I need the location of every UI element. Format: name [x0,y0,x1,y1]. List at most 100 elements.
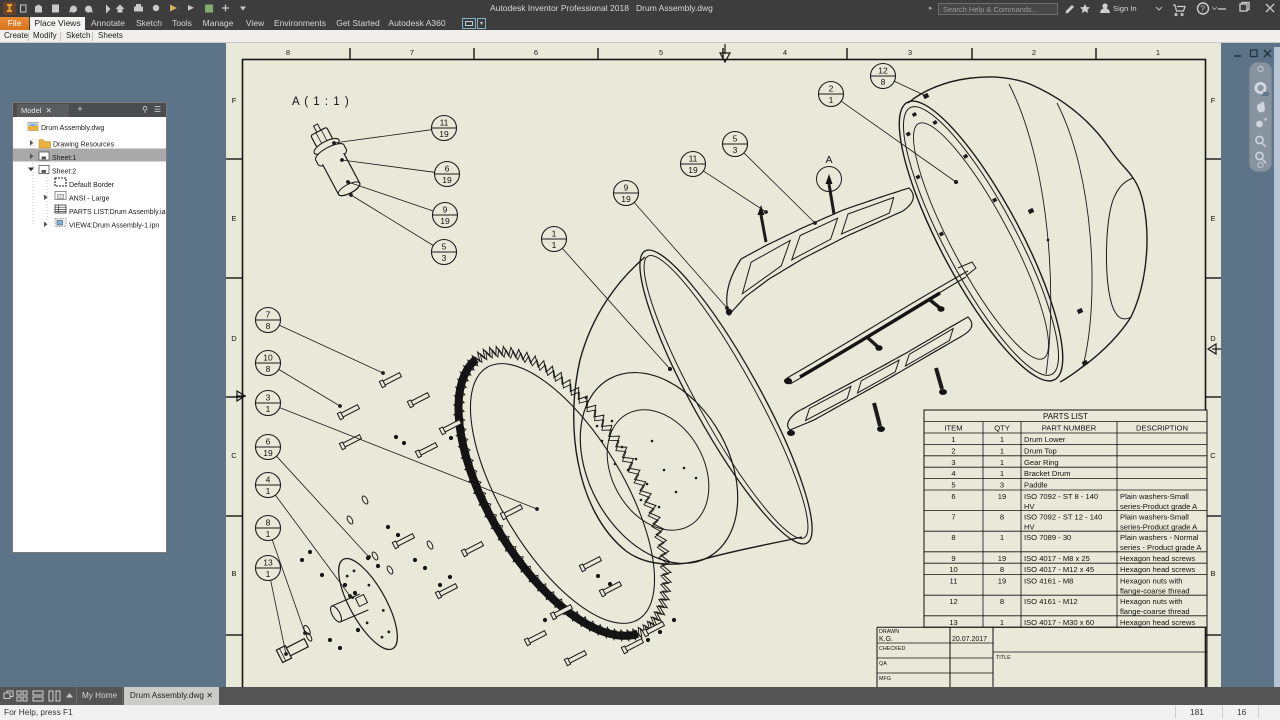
svg-text:Sheet:2: Sheet:2 [52,169,76,176]
svg-text:3: 3 [951,458,955,467]
svg-text:8: 8 [266,364,271,374]
svg-text:1: 1 [266,486,271,496]
svg-text:flange-coarse thread: flange-coarse thread [1120,587,1190,596]
svg-text:B: B [231,569,236,578]
svg-text:ISO 4017 - M30 x 60: ISO 4017 - M30 x 60 [1024,618,1094,627]
svg-text:ISO 4017 - M8 x 25: ISO 4017 - M8 x 25 [1024,554,1090,563]
svg-text:19: 19 [442,175,452,185]
svg-text:19: 19 [621,194,631,204]
svg-text:Default Border: Default Border [69,182,115,189]
svg-text:ITEM: ITEM [944,424,962,433]
svg-text:MFG: MFG [879,676,891,682]
svg-text:VIEW4:Drum Assembly-1.ipn: VIEW4:Drum Assembly-1.ipn [69,223,159,230]
svg-text:Drum Assembly.dwg: Drum Assembly.dwg [41,125,104,132]
svg-text:3: 3 [442,253,447,263]
svg-text:7: 7 [951,513,955,522]
svg-text:E: E [1210,214,1215,223]
svg-text:Gear Ring: Gear Ring [1024,458,1059,467]
svg-text:K.G.: K.G. [879,636,893,643]
svg-text:5: 5 [442,242,447,252]
svg-text:8: 8 [266,321,271,331]
svg-text:ISO 7089 - 30: ISO 7089 - 30 [1024,533,1071,542]
svg-text:9: 9 [624,183,629,193]
svg-text:1: 1 [1000,469,1004,478]
svg-text:ANSI - Large: ANSI - Large [69,196,110,203]
svg-text:PART NUMBER: PART NUMBER [1042,424,1097,433]
svg-text:4: 4 [783,48,787,57]
svg-text:1: 1 [266,569,271,579]
svg-text:Plain washers - Normal: Plain washers - Normal [1120,533,1199,542]
svg-text:ISO 4161 - M8: ISO 4161 - M8 [1024,577,1073,586]
svg-text:flange-coarse thread: flange-coarse thread [1120,607,1190,616]
svg-text:B: B [1210,569,1215,578]
svg-text:Drum Lower: Drum Lower [1024,435,1066,444]
svg-text:Paddle: Paddle [1024,481,1048,490]
svg-text:10: 10 [263,353,273,363]
svg-text:13: 13 [263,558,273,568]
svg-text:F: F [1211,96,1216,105]
svg-text:2: 2 [829,84,834,94]
svg-text:A ( 1 : 1 ): A ( 1 : 1 ) [292,96,350,108]
svg-text:19: 19 [263,448,273,458]
svg-text:HV: HV [1024,502,1035,511]
svg-text:6: 6 [951,492,955,501]
svg-text:3: 3 [266,393,271,403]
svg-text:ISO 4161 - M12: ISO 4161 - M12 [1024,597,1078,606]
svg-text:8: 8 [881,77,886,87]
svg-text:series-Product grade A: series-Product grade A [1120,502,1198,511]
svg-text:Plain washers-Small: Plain washers-Small [1120,513,1189,522]
svg-text:Hexagon nuts with: Hexagon nuts with [1120,577,1182,586]
svg-text:QA: QA [879,661,887,667]
svg-text:C: C [231,451,237,460]
svg-text:7: 7 [410,48,414,57]
svg-text:1: 1 [552,229,557,239]
svg-text:Drum Top: Drum Top [1024,446,1057,455]
svg-text:Hexagon head screws: Hexagon head screws [1120,565,1195,574]
svg-text:12: 12 [878,66,888,76]
svg-text:12: 12 [949,597,957,606]
svg-text:6: 6 [266,437,271,447]
svg-text:19: 19 [688,165,698,175]
svg-text:1: 1 [1156,48,1160,57]
svg-text:8: 8 [266,518,271,528]
svg-text:C: C [1210,451,1216,460]
svg-text:4: 4 [266,475,271,485]
svg-text:F: F [232,96,237,105]
svg-text:19: 19 [998,554,1006,563]
svg-text:E: E [231,214,236,223]
svg-text:19: 19 [440,216,450,226]
svg-text:1: 1 [1000,435,1004,444]
svg-text:13: 13 [949,618,957,627]
svg-text:ISO 7092 - ST 8 - 140: ISO 7092 - ST 8 - 140 [1024,492,1098,501]
svg-text:20.07.2017: 20.07.2017 [952,636,987,643]
svg-text:19: 19 [998,577,1006,586]
svg-text:11: 11 [689,154,698,164]
svg-text:1: 1 [951,435,955,444]
svg-text:11: 11 [950,577,958,586]
svg-text:6: 6 [534,48,538,57]
svg-text:HV: HV [1024,523,1035,532]
svg-text:1: 1 [266,529,271,539]
svg-text:Bracket Drum: Bracket Drum [1024,469,1070,478]
svg-text:DRAWN: DRAWN [879,629,899,635]
svg-text:19: 19 [998,492,1006,501]
svg-text:ISO 7092 - ST 12 - 140: ISO 7092 - ST 12 - 140 [1024,513,1102,522]
svg-text:A: A [825,154,832,166]
svg-text:9: 9 [951,554,955,563]
svg-text:1: 1 [1000,618,1004,627]
svg-text:8: 8 [1000,565,1004,574]
svg-text:D: D [1210,334,1216,343]
svg-text:QTY: QTY [994,424,1010,433]
svg-text:9: 9 [443,205,448,215]
svg-text:Hexagon head screws: Hexagon head screws [1120,618,1195,627]
svg-text:7: 7 [266,310,271,320]
svg-text:8: 8 [1000,513,1004,522]
svg-text:Drawing Resources: Drawing Resources [53,142,115,149]
svg-text:1: 1 [552,240,557,250]
svg-text:series - Product grade A: series - Product grade A [1120,543,1202,552]
svg-text:6: 6 [445,164,450,174]
svg-text:3: 3 [1000,481,1004,490]
svg-text:Plain washers-Small: Plain washers-Small [1120,492,1189,501]
svg-text:Sheet:1: Sheet:1 [52,155,76,162]
svg-text:Hexagon nuts with: Hexagon nuts with [1120,597,1182,606]
